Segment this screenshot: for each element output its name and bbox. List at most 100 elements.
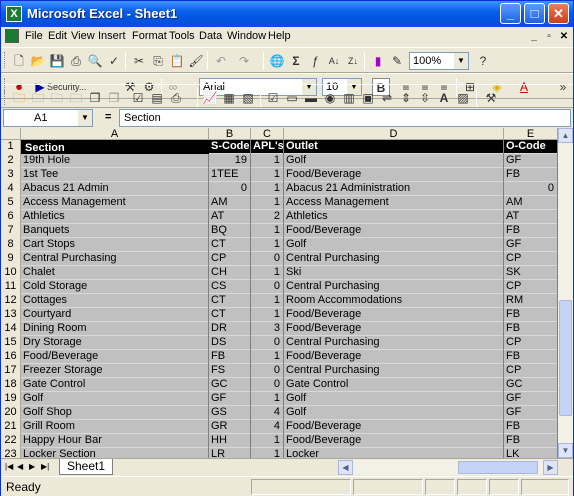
listbox-icon[interactable]: ▥ (340, 89, 358, 107)
cell-e[interactable]: CP (504, 336, 558, 350)
cell-b[interactable]: CS (209, 280, 251, 294)
cell-c[interactable]: 4 (251, 406, 284, 420)
cell-b[interactable]: LR (209, 448, 251, 458)
cell-a[interactable]: Courtyard (21, 308, 209, 322)
cell-b[interactable]: 0 (209, 182, 251, 196)
cell-b[interactable]: 19 (209, 154, 251, 168)
checkbox-icon[interactable]: ☑ (264, 89, 282, 107)
menu-window[interactable]: Window (227, 30, 266, 42)
menu-insert[interactable]: Insert (98, 30, 126, 42)
cell-c[interactable]: 1 (251, 224, 284, 238)
cell-d[interactable]: Central Purchasing (284, 252, 504, 266)
open-icon[interactable]: 📂 (29, 52, 47, 70)
cell-b[interactable]: GF (209, 392, 251, 406)
tools-icon[interactable]: ⚒ (482, 89, 500, 107)
row-number[interactable]: 21 (1, 420, 21, 434)
folder-icon[interactable]: 🗀 (29, 89, 47, 107)
cell-b[interactable]: GR (209, 420, 251, 434)
row-number[interactable]: 17 (1, 364, 21, 378)
cell-c[interactable]: 1 (251, 182, 284, 196)
cell-a[interactable]: Cart Stops (21, 238, 209, 252)
cell-b[interactable]: CT (209, 308, 251, 322)
cell-d[interactable]: Food/Beverage (284, 322, 504, 336)
cell-d[interactable]: Golf (284, 392, 504, 406)
cell-d[interactable]: Gate Control (284, 378, 504, 392)
hyperlink-icon[interactable]: 🌐 (268, 52, 286, 70)
new-icon[interactable]: 🗋 (10, 52, 28, 70)
cell-a[interactable]: Dry Storage (21, 336, 209, 350)
cell-e[interactable]: FB (504, 308, 558, 322)
row-number[interactable]: 8 (1, 238, 21, 252)
copy-icon[interactable]: ⎘ (149, 52, 167, 70)
cell-c[interactable]: 0 (251, 280, 284, 294)
cell-e[interactable]: AT (504, 210, 558, 224)
row-number[interactable]: 16 (1, 350, 21, 364)
cell-e[interactable]: GF (504, 154, 558, 168)
textbox-icon[interactable]: ▭ (283, 89, 301, 107)
row-number[interactable]: 19 (1, 392, 21, 406)
folder-icon[interactable]: 🗀 (67, 89, 85, 107)
button-icon[interactable]: ▬ (302, 89, 320, 107)
cell-e[interactable]: FB (504, 322, 558, 336)
doc-minimize-button[interactable]: _ (527, 30, 541, 44)
cell-c[interactable]: 1 (251, 238, 284, 252)
cell-d[interactable]: Food/Beverage (284, 350, 504, 364)
row-number[interactable]: 20 (1, 406, 21, 420)
cell-d[interactable]: Food/Beverage (284, 308, 504, 322)
cell-a[interactable]: Central Purchasing (21, 252, 209, 266)
cell-b[interactable]: CP (209, 252, 251, 266)
horizontal-scrollbar[interactable]: ◀ ▶ (338, 460, 558, 475)
cell-b[interactable]: FS (209, 364, 251, 378)
maximize-button[interactable]: □ (524, 3, 545, 24)
redo-icon[interactable]: ↷ (235, 52, 253, 70)
chart-wizard-icon[interactable]: ▮ (369, 52, 387, 70)
cell-e[interactable]: CP (504, 252, 558, 266)
cell-a[interactable]: Cottages (21, 294, 209, 308)
cell-e[interactable]: GF (504, 392, 558, 406)
cell-d[interactable]: Athletics (284, 210, 504, 224)
row-number[interactable]: 10 (1, 266, 21, 280)
cell-c[interactable]: 1 (251, 448, 284, 458)
form-icon[interactable]: ▤ (148, 89, 166, 107)
chevron-down-icon[interactable]: ▼ (454, 53, 468, 69)
cell-b[interactable]: DS (209, 336, 251, 350)
cell-c[interactable]: 1 (251, 434, 284, 448)
row-number[interactable]: 13 (1, 308, 21, 322)
cell-d[interactable]: Central Purchasing (284, 336, 504, 350)
chevron-down-icon[interactable]: ▼ (78, 110, 92, 126)
cell-a[interactable]: Food/Beverage (21, 350, 209, 364)
scroll-right-icon[interactable]: ▶ (543, 460, 558, 475)
cell-a[interactable]: Locker Section (21, 448, 209, 458)
cell-e[interactable]: GF (504, 238, 558, 252)
check-icon[interactable]: ☑ (129, 89, 147, 107)
sheet-tab[interactable]: Sheet1 (59, 459, 113, 475)
cell-a[interactable]: Dining Room (21, 322, 209, 336)
last-sheet-icon[interactable]: ▶| (41, 461, 50, 473)
cell-d1[interactable]: Outlet (284, 140, 504, 154)
window-icon[interactable]: ❐ (86, 89, 104, 107)
cell-b[interactable]: HH (209, 434, 251, 448)
column-header-e[interactable]: E (504, 128, 558, 140)
cell-e[interactable]: LK (504, 448, 558, 458)
cell-e[interactable]: CP (504, 364, 558, 378)
horizontal-scroll-thumb[interactable] (458, 461, 538, 474)
cell-a1[interactable]: Section (21, 140, 209, 154)
cell-c[interactable]: 0 (251, 252, 284, 266)
print-icon[interactable]: ⎙ (167, 89, 185, 107)
cell-e[interactable]: GF (504, 406, 558, 420)
print-icon[interactable]: ⎙ (67, 52, 85, 70)
row-number[interactable]: 7 (1, 224, 21, 238)
doc-restore-button[interactable]: ▫ (542, 30, 556, 44)
cell-c[interactable]: 3 (251, 322, 284, 336)
row-number[interactable]: 18 (1, 378, 21, 392)
cell-d[interactable]: Golf (284, 238, 504, 252)
drawing-icon[interactable]: ✎ (388, 52, 406, 70)
cell-d[interactable]: Abacus 21 Administration (284, 182, 504, 196)
print-preview-icon[interactable]: 🔍 (86, 52, 104, 70)
minimize-button[interactable]: _ (500, 3, 521, 24)
chart-icon[interactable]: 📈 (201, 89, 219, 107)
cell-a[interactable]: Grill Room (21, 420, 209, 434)
toggle-icon[interactable]: ⇌ (378, 89, 396, 107)
row-number[interactable]: 11 (1, 280, 21, 294)
cell-d[interactable]: Access Management (284, 196, 504, 210)
